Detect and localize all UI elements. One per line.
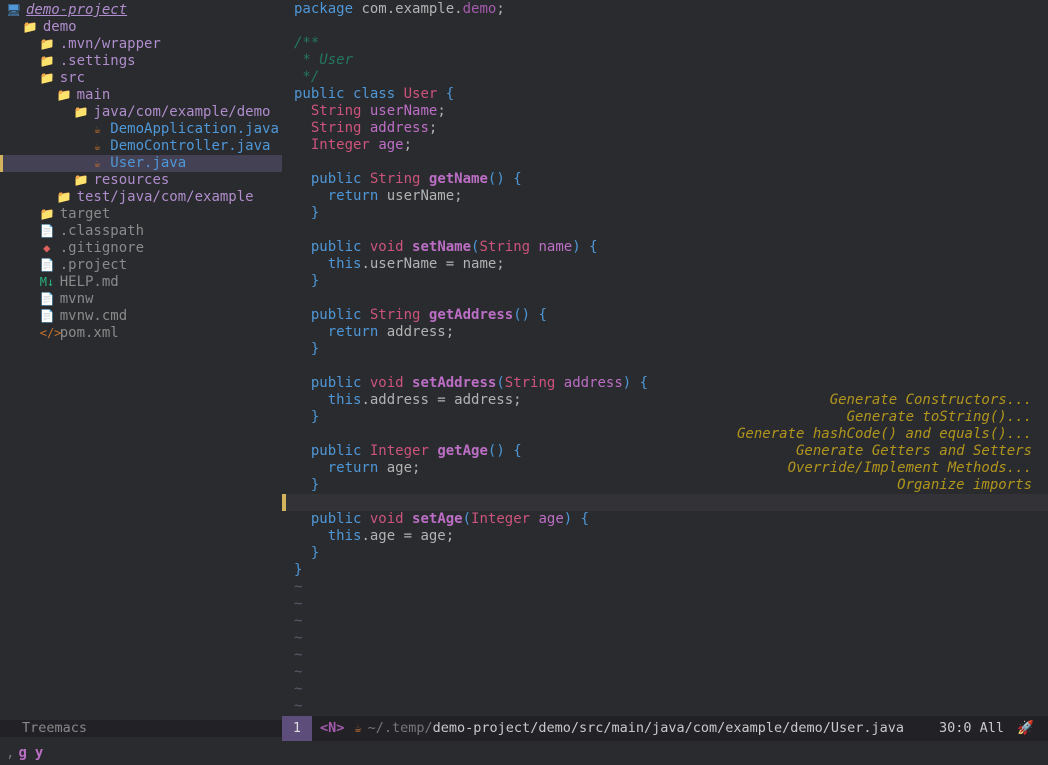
xml-icon: </> — [40, 325, 54, 342]
tree-item-label: mvnw — [60, 291, 94, 308]
tree-item[interactable]: 📁 src — [0, 70, 282, 87]
tree-item-label: test/java/com/example — [77, 189, 254, 206]
code-action-item[interactable]: Generate Getters and Setters — [737, 443, 1032, 460]
treemacs-label: Treemacs — [22, 720, 87, 737]
tree-item-label: mvnw.cmd — [60, 308, 127, 325]
folder-icon: 📁 — [40, 53, 54, 70]
code-editor[interactable]: package com.example.demo; /** * User */p… — [282, 0, 1048, 716]
code-action-item[interactable]: Organize imports — [737, 477, 1032, 494]
tree-item-label: HELP.md — [60, 274, 119, 291]
file-tree[interactable]: 🖥demo-project 📁demo 📁.mvn/wrapper 📁.sett… — [0, 0, 282, 716]
tree-item-label: src — [60, 70, 85, 87]
md-icon: M↓ — [40, 274, 54, 291]
tree-item[interactable]: 📄 .project — [0, 257, 282, 274]
tree-item[interactable]: 📁 test/java/com/example — [0, 189, 282, 206]
folder-icon: 📁 — [23, 19, 37, 36]
tree-item-label: .classpath — [60, 223, 144, 240]
tree-item[interactable]: 📁 java/com/example/demo — [0, 104, 282, 121]
tree-item-label: User.java — [110, 155, 186, 172]
tree-item[interactable]: ☕ DemoController.java — [0, 138, 282, 155]
tree-item[interactable]: 📁 .mvn/wrapper — [0, 36, 282, 53]
cursor-position: 30:0 All — [939, 720, 1004, 737]
code-actions-popup[interactable]: Generate Constructors...Generate toStrin… — [737, 392, 1032, 494]
java-icon: ☕ — [90, 121, 104, 138]
file-icon: 📄 — [40, 223, 54, 240]
git-icon: ◆ — [40, 240, 54, 257]
java-icon: ☕ — [90, 138, 104, 155]
code-action-item[interactable]: Override/Implement Methods... — [737, 460, 1032, 477]
cursor-line — [282, 494, 1048, 511]
tree-item[interactable]: 📁 target — [0, 206, 282, 223]
buffer-path: ~/.temp/demo-project/demo/src/main/java/… — [368, 720, 904, 737]
file-icon: 📄 — [40, 308, 54, 325]
tree-item[interactable]: 🖥 demo-project — [0, 2, 282, 19]
tree-item-label: .gitignore — [60, 240, 144, 257]
file-icon: 📄 — [40, 257, 54, 274]
tree-item-label: pom.xml — [60, 325, 119, 342]
tree-item-label: main — [77, 87, 111, 104]
echo-area: , g y — [0, 741, 1048, 765]
tree-item[interactable]: 📄 mvnw.cmd — [0, 308, 282, 325]
tree-item-label: resources — [93, 172, 169, 189]
tree-item-label: demo — [43, 19, 77, 36]
tree-item-label: .settings — [60, 53, 136, 70]
java-mode-icon: ☕ — [354, 720, 361, 737]
tree-item[interactable]: M↓ HELP.md — [0, 274, 282, 291]
tree-item-label: DemoController.java — [110, 138, 270, 155]
folder-icon: 📁 — [40, 70, 54, 87]
tree-item[interactable]: ◆ .gitignore — [0, 240, 282, 257]
folder-icon: 📁 — [73, 172, 87, 189]
tree-item[interactable]: 📁 demo — [0, 19, 282, 36]
lsp-status-icon: 🚀 — [1017, 720, 1034, 737]
modeline-left: Treemacs — [0, 720, 282, 737]
folder-icon: 📁 — [57, 87, 71, 104]
tree-item[interactable]: </> pom.xml — [0, 325, 282, 342]
tree-item[interactable]: 📄 mvnw — [0, 291, 282, 308]
tree-item-label: java/com/example/demo — [93, 104, 270, 121]
folder-icon: 📁 — [40, 36, 54, 53]
modeline: Treemacs 1 <N> ☕ ~/.temp/demo-project/de… — [0, 716, 1048, 741]
tree-item-label: DemoApplication.java — [110, 121, 279, 138]
java-icon: ☕ — [90, 155, 104, 172]
tree-item-label: demo-project — [26, 2, 127, 19]
tree-item[interactable]: ☕ User.java — [0, 155, 282, 172]
monitor-icon: 🖥 — [6, 2, 20, 19]
code-action-item[interactable]: Generate toString()... — [737, 409, 1032, 426]
tree-item[interactable]: 📁 .settings — [0, 53, 282, 70]
tree-item-label: target — [60, 206, 111, 223]
window-number: 1 — [282, 716, 312, 741]
evil-state-indicator: <N> — [320, 720, 344, 737]
tree-item[interactable]: 📁 main — [0, 87, 282, 104]
modeline-right: 1 <N> ☕ ~/.temp/demo-project/demo/src/ma… — [282, 716, 1048, 741]
tree-item-label: .project — [60, 257, 127, 274]
tree-item[interactable]: 📄 .classpath — [0, 223, 282, 240]
folder-icon: 📁 — [40, 206, 54, 223]
code-action-item[interactable]: Generate Constructors... — [737, 392, 1032, 409]
file-icon: 📄 — [40, 291, 54, 308]
folder-icon: 📁 — [73, 104, 87, 121]
tree-item[interactable]: 📁 resources — [0, 172, 282, 189]
code-action-item[interactable]: Generate hashCode() and equals()... — [737, 426, 1032, 443]
tree-item[interactable]: ☕ DemoApplication.java — [0, 121, 282, 138]
folder-icon: 📁 — [57, 189, 71, 206]
tree-item-label: .mvn/wrapper — [60, 36, 161, 53]
